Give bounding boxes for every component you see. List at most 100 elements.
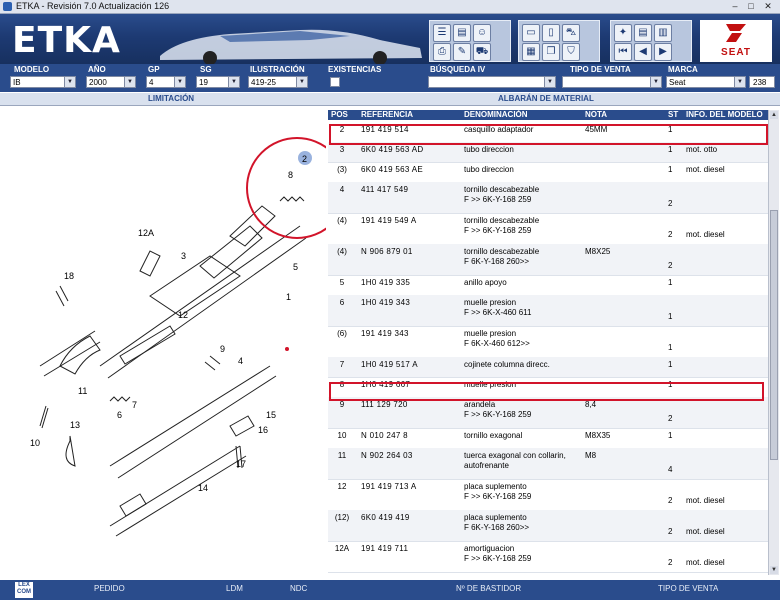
callout-12a[interactable]: 12A (138, 228, 154, 238)
document-icon[interactable]: ▤ (453, 24, 471, 42)
cell-pos: 12A (334, 544, 350, 553)
basket-icon[interactable]: ⛉ (562, 43, 580, 61)
callout-15[interactable]: 15 (266, 410, 276, 420)
callout-7[interactable]: 7 (132, 400, 137, 410)
busqueda-select[interactable]: ▼ (428, 76, 556, 88)
prev-icon[interactable]: ◀ (634, 43, 652, 61)
table-row[interactable]: (12) 6K0 419 419 placa suplemento F 6K-Y-16… (328, 510, 768, 542)
modelo-select[interactable]: IB ▼ (10, 76, 76, 88)
table-row[interactable]: 12 191 419 713 A placa suplemento F >> 6K-Y… (328, 479, 768, 511)
callout-3[interactable]: 3 (181, 251, 186, 261)
pedido-button[interactable]: PEDIDO (94, 584, 125, 593)
denominacion-line-1: tubo direccion (464, 145, 514, 154)
table-row[interactable]: 6 1H0 419 343 muelle presion F >> 6K-X-460 … (328, 295, 768, 327)
header-nota[interactable]: NOTA (585, 110, 607, 120)
list-icon[interactable]: ☰ (433, 24, 451, 42)
etka-logo: ETKA (12, 20, 121, 61)
cell-st: 2 (668, 558, 673, 567)
ilustracion-select[interactable]: 419-25 ▼ (248, 76, 308, 88)
table-icon[interactable]: ▦ (522, 43, 540, 61)
table-row[interactable]: 12A 191 419 711 amortiguacion F >> 6K-Y-168… (328, 541, 768, 573)
bastidor-button[interactable]: Nº DE BASTIDOR (456, 584, 521, 593)
gp-select[interactable]: 4 ▼ (146, 76, 186, 88)
sg-select[interactable]: 19 ▼ (196, 76, 240, 88)
cell-denominacion: placa suplemento F >> 6K-Y-168 259 (464, 482, 584, 502)
callout-5[interactable]: 5 (293, 262, 298, 272)
ano-select[interactable]: 2000 ▼ (86, 76, 136, 88)
existencias-checkbox[interactable] (330, 77, 340, 87)
edit-icon[interactable]: ✎ (453, 43, 471, 61)
print-icon[interactable]: ⎙ (433, 43, 451, 61)
pages-icon[interactable]: ▥ (654, 24, 672, 42)
cell-nota: M8 (585, 451, 597, 460)
callout-1[interactable]: 1 (286, 292, 291, 302)
callout-17[interactable]: 17 (236, 459, 246, 469)
elsa-icon[interactable]: ▯ (542, 24, 560, 42)
callout-4[interactable]: 4 (238, 356, 243, 366)
tipo-venta-button[interactable]: TIPO DE VENTA (658, 584, 718, 593)
ldm-button[interactable]: LDM (226, 584, 243, 593)
cell-referencia: 6K0 419 563 AE (361, 165, 424, 174)
first-icon[interactable]: ⏮ (614, 43, 632, 61)
minimize-button[interactable]: – (728, 1, 742, 11)
page-icon[interactable]: ▤ (634, 24, 652, 42)
maximize-button[interactable]: □ (744, 1, 758, 11)
table-row[interactable]: (6) 191 419 343 muelle presion F 6K-X-460 6… (328, 326, 768, 358)
table-row[interactable]: 7 1H0 419 517 A cojinete columna direcc. 1 (328, 357, 768, 378)
scroll-up-icon[interactable]: ▲ (770, 111, 778, 119)
callout-14[interactable]: 14 (198, 483, 208, 493)
next-icon[interactable]: ▶ (654, 43, 672, 61)
table-row[interactable]: 11 N 902 264 03 tuerca exagonal con collar… (328, 448, 768, 480)
denominacion-line-1: tornillo descabezable (464, 185, 540, 194)
table-row[interactable]: 3 6K0 419 563 AD tubo direccion 1 mot. otto (328, 142, 768, 163)
callout-6[interactable]: 6 (117, 410, 122, 420)
header-pos[interactable]: POS (331, 110, 348, 120)
callout-8[interactable]: 8 (288, 170, 293, 180)
cell-pos: 7 (339, 360, 345, 369)
user-icon[interactable]: ☺ (473, 24, 491, 42)
header-referencia[interactable]: REFERENCIA (361, 110, 413, 120)
callout-13[interactable]: 13 (70, 420, 80, 430)
cell-st: 2 (668, 527, 673, 536)
close-button[interactable]: ✕ (761, 1, 775, 11)
table-row[interactable]: (4) N 906 879 01 tornillo descabezable F 6K… (328, 244, 768, 276)
marca-select[interactable]: Seat ▼ (666, 76, 746, 88)
table-row[interactable]: 5 1H0 419 335 anillo apoyo 1 (328, 275, 768, 296)
scroll-thumb[interactable] (770, 210, 778, 460)
table-row[interactable]: 10 N 010 247 8 tornillo exagonal M8X35 1 (328, 428, 768, 449)
table-row[interactable]: (3) 6K0 419 563 AE tubo direccion 1 mot. die… (328, 162, 768, 183)
table-row[interactable]: 4 411 417 549 tornillo descabezable F >> 6K… (328, 182, 768, 214)
callout-10[interactable]: 10 (30, 438, 40, 448)
parts-diagram[interactable]: 2 3 4 5 6 7 8 9 10 11 12 12A 13 14 15 16… (0, 106, 348, 578)
callout-9[interactable]: 9 (220, 344, 225, 354)
callout-12[interactable]: 12 (178, 310, 188, 320)
cell-info: mot. diesel (686, 558, 725, 567)
car-icon[interactable]: ⛟ (473, 43, 491, 61)
header-denominacion[interactable]: DENOMINACIÓN (464, 110, 528, 120)
cell-referencia: 191 419 713 A (361, 482, 417, 491)
title-bar: ETKA - Revisión 7.0 Actualización 126 – … (0, 0, 780, 14)
header-st[interactable]: ST (668, 110, 678, 120)
denominacion-line-2: F >> 6K-X-460 611 (464, 308, 532, 317)
callout-11[interactable]: 11 (78, 386, 87, 396)
callout-18[interactable]: 18 (64, 271, 74, 281)
cell-pos: 12 (337, 482, 347, 491)
toolbar-group-3: ✦ ▤ ▥ ⏮ ◀ ▶ (610, 20, 692, 62)
copy-icon[interactable]: ❐ (542, 43, 560, 61)
table-row[interactable]: (4) 191 419 549 A tornillo descabezable F >… (328, 213, 768, 245)
ndc-button[interactable]: NDC (290, 584, 307, 593)
table-row[interactable]: 9 111 129 720 arandela F >> 6K-Y-168 259 8,4… (328, 397, 768, 429)
highlight-row-8 (329, 382, 764, 401)
cart-icon[interactable]: ⛍ (562, 24, 580, 42)
header-info[interactable]: INFO. DEL MODELO (686, 110, 763, 120)
scroll-down-icon[interactable]: ▼ (770, 566, 778, 574)
filter-label-existencias: EXISTENCIAS (328, 65, 382, 74)
callout-16[interactable]: 16 (258, 425, 268, 435)
monitor-icon[interactable]: ▭ (522, 24, 540, 42)
tipo-venta-select[interactable]: ▼ (562, 76, 662, 88)
cell-referencia: 191 419 711 (361, 544, 409, 553)
pin-icon[interactable]: ✦ (614, 24, 632, 42)
table-scrollbar[interactable]: ▲ ▼ (768, 110, 779, 575)
callout-2[interactable]: 2 (302, 154, 307, 164)
filter-label-sg: SG (200, 65, 212, 74)
